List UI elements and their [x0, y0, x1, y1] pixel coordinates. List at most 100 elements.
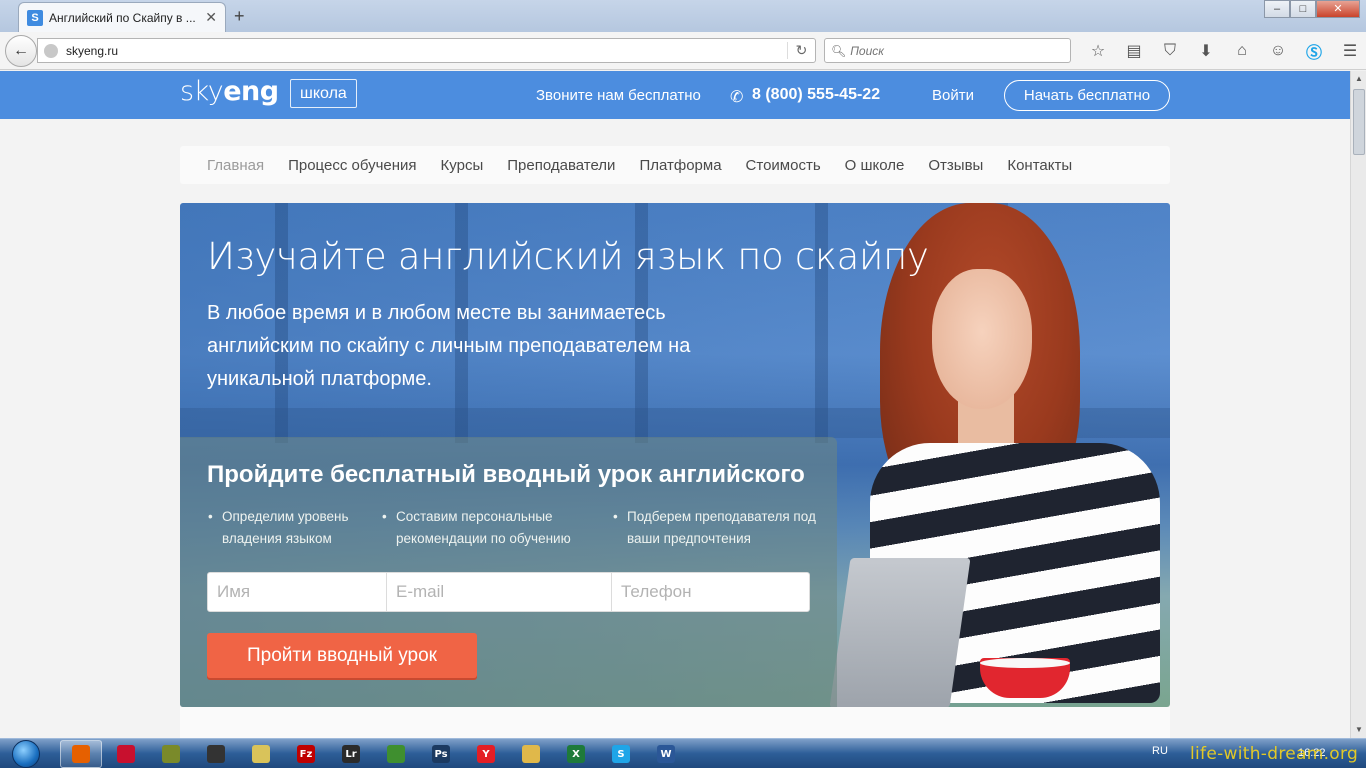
menu-icon[interactable]: ☰ [1332, 38, 1366, 64]
next-section [180, 707, 1170, 738]
explorer-icon [522, 745, 540, 763]
nav-item-process[interactable]: Процесс обучения [288, 157, 416, 174]
back-arrow-icon[interactable]: ← [5, 35, 37, 67]
nav-item-contacts[interactable]: Контакты [1007, 157, 1072, 174]
taskbar-item[interactable] [375, 740, 417, 768]
window-close-icon[interactable]: ✕ [1316, 0, 1360, 18]
benefit-text: Подберем преподавателя под ваши предпочт… [627, 509, 816, 546]
download-icon[interactable]: ⬇ [1188, 38, 1224, 64]
site-header: skyeng школа Звоните нам бесплатно ✆ 8 (… [0, 71, 1350, 119]
start-free-button[interactable]: Начать бесплатно [1004, 80, 1170, 111]
scroll-up-icon[interactable]: ▲ [1351, 71, 1366, 87]
email-field[interactable] [386, 572, 612, 612]
form-title: Пройдите бесплатный вводный урок английс… [207, 461, 805, 488]
taskbar-item[interactable]: W [645, 740, 687, 768]
taskbar-item[interactable]: Y [465, 740, 507, 768]
chat-icon[interactable]: ☺ [1260, 38, 1296, 64]
address-bar[interactable]: skyeng.ru ↻ [37, 38, 816, 63]
page-scrollbar[interactable]: ▲ ▼ [1350, 71, 1366, 738]
red-cup-image [980, 658, 1070, 698]
taskbar-item[interactable]: Lr [330, 740, 372, 768]
name-field[interactable] [207, 572, 387, 612]
nav-item-reviews[interactable]: Отзывы [928, 157, 983, 174]
taskbar-item[interactable]: S [600, 740, 642, 768]
reading-list-icon[interactable]: ▤ [1116, 38, 1152, 64]
logo-light: sky [180, 76, 224, 107]
bullet-icon: • [208, 509, 213, 524]
url-text[interactable]: skyeng.ru [66, 44, 787, 58]
windows-start-icon[interactable] [6, 739, 46, 768]
nav-item-pricing[interactable]: Стоимость [746, 157, 821, 174]
phone-icon: ✆ [730, 89, 744, 106]
taskbar-item[interactable] [510, 740, 552, 768]
login-link[interactable]: Войти [932, 87, 974, 104]
taskbar-item[interactable] [240, 740, 282, 768]
phone-field[interactable] [611, 572, 810, 612]
browser-tab-strip: S Английский по Скайпу в ... ✕ + – □ ✕ [0, 0, 1366, 32]
hero-woman-photo [829, 203, 1170, 707]
hero-banner: Изучайте английский язык по скайпу В люб… [180, 203, 1170, 707]
close-tab-icon[interactable]: ✕ [205, 9, 217, 26]
nav-item-about[interactable]: О школе [845, 157, 905, 174]
page-viewport: skyeng школа Звоните нам бесплатно ✆ 8 (… [0, 71, 1350, 738]
home-icon[interactable]: ⌂ [1224, 38, 1260, 64]
new-tab-icon[interactable]: + [234, 6, 245, 27]
excel-icon: X [567, 745, 585, 763]
taskbar-item[interactable]: X [555, 740, 597, 768]
firefox-icon [72, 745, 90, 763]
logo-bold: eng [223, 76, 279, 107]
filezilla-icon: Fz [297, 745, 315, 763]
search-icon: 🔍︎ [831, 43, 847, 58]
bullet-icon: • [613, 509, 618, 524]
taskbar-item[interactable] [195, 740, 237, 768]
pocket-icon[interactable]: ⛉ [1152, 38, 1188, 64]
camera-icon [207, 745, 225, 763]
benefit-item: • Подберем преподавателя под ваши предпоч… [613, 506, 817, 550]
taskbar-item[interactable]: Fz [285, 740, 327, 768]
taskbar-item[interactable] [150, 740, 192, 768]
skype-icon[interactable]: Ⓢ [1296, 38, 1332, 64]
nav-item-platform[interactable]: Платформа [639, 157, 721, 174]
benefit-text: Составим персональные рекомендации по об… [396, 509, 571, 546]
skyeng-favicon-icon: S [27, 9, 43, 26]
pinwheel-icon [162, 745, 180, 763]
hero-title: Изучайте английский язык по скайпу [207, 235, 929, 278]
yandex-icon: Y [477, 745, 495, 763]
phone-number[interactable]: 8 (800) 555-45-22 [752, 86, 880, 104]
green-app-icon [387, 745, 405, 763]
taskbar-item[interactable]: Ps [420, 740, 462, 768]
nav-item-courses[interactable]: Курсы [441, 157, 484, 174]
skype-icon: S [612, 745, 630, 763]
search-input[interactable] [850, 43, 1051, 58]
notepad-icon [252, 745, 270, 763]
search-bar[interactable]: 🔍︎ [824, 38, 1071, 63]
bullet-icon: • [382, 509, 387, 524]
taskbar-apps: Fz Lr Ps Y X S W [60, 740, 690, 768]
word-icon: W [657, 745, 675, 763]
minimize-icon[interactable]: – [1264, 0, 1290, 18]
reload-icon[interactable]: ↻ [787, 42, 815, 59]
main-navigation: Главная Процесс обучения Курсы Преподава… [180, 146, 1170, 184]
star-icon[interactable]: ☆ [1080, 38, 1116, 64]
taskbar-item[interactable] [105, 740, 147, 768]
maximize-icon[interactable]: □ [1290, 0, 1316, 18]
benefit-text: Определим уровень владения языком [222, 509, 349, 546]
language-indicator[interactable]: RU [1152, 745, 1168, 757]
nav-item-home[interactable]: Главная [207, 157, 264, 174]
watermark-text: life-with-dream.org [1190, 744, 1359, 764]
photoshop-icon: Ps [432, 745, 450, 763]
globe-icon [44, 43, 58, 58]
toolbar-icons: ☆ ▤ ⛉ ⬇ ⌂ ☺ Ⓢ ☰ [1080, 38, 1366, 64]
lightroom-icon: Lr [342, 745, 360, 763]
call-free-text: Звоните нам бесплатно [536, 87, 701, 104]
school-badge[interactable]: школа [290, 79, 357, 108]
window-controls: – □ ✕ [1264, 0, 1360, 18]
scrollbar-thumb[interactable] [1353, 89, 1365, 155]
trial-lesson-button[interactable]: Пройти вводный урок [207, 633, 477, 678]
taskbar-item[interactable] [60, 740, 102, 768]
nav-item-teachers[interactable]: Преподаватели [507, 157, 615, 174]
windows-taskbar: Fz Lr Ps Y X S W RU 16:22 [0, 738, 1366, 768]
scroll-down-icon[interactable]: ▼ [1351, 722, 1366, 738]
skyeng-logo[interactable]: skyeng [180, 76, 279, 107]
browser-tab[interactable]: S Английский по Скайпу в ... ✕ [18, 2, 226, 32]
